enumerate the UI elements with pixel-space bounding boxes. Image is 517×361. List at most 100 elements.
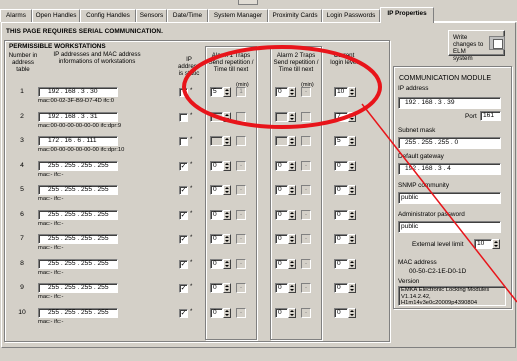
alarm1-repetition-input[interactable]: 0 xyxy=(210,283,223,293)
alarm2-repetition-spinner[interactable] xyxy=(288,259,296,269)
login-level-input[interactable]: 0 xyxy=(334,259,348,269)
static-ip-checkbox[interactable]: ✓ xyxy=(179,211,188,220)
alarm2-repetition-input[interactable]: 0 xyxy=(275,308,288,318)
workstation-ip-input[interactable]: 192 . 168 . 3 . 30 xyxy=(38,87,118,97)
alarm1-time-field[interactable]: - xyxy=(236,259,246,269)
alarm1-time-field[interactable]: - xyxy=(236,185,246,195)
alarm1-repetition-spinner[interactable] xyxy=(223,185,231,195)
alarm2-repetition-spinner[interactable] xyxy=(288,161,296,171)
alarm2-time-field[interactable] xyxy=(301,112,311,122)
alarm1-repetition-spinner[interactable] xyxy=(223,136,231,146)
alarm2-repetition-input[interactable]: 0 xyxy=(275,234,288,244)
alarm1-repetition-input[interactable]: 0 xyxy=(210,259,223,269)
tab-alarms[interactable]: Alarms xyxy=(0,9,32,22)
alarm1-time-field[interactable]: - xyxy=(236,283,246,293)
static-ip-checkbox[interactable]: ✓ xyxy=(179,309,188,318)
alarm1-repetition-input[interactable]: 5 xyxy=(210,87,223,97)
alarm1-repetition-spinner[interactable] xyxy=(223,87,231,97)
alarm1-time-field[interactable]: 1 xyxy=(236,87,246,97)
splitter-grip[interactable] xyxy=(238,0,258,5)
module-ext-level-spinner[interactable] xyxy=(492,239,500,249)
static-ip-checkbox[interactable]: ✓ xyxy=(179,186,188,195)
workstation-ip-input[interactable]: 192 . 168 . 3 . 31 xyxy=(38,112,118,122)
alarm1-time-field[interactable] xyxy=(236,136,246,146)
static-ip-checkbox[interactable]: ✓ xyxy=(179,235,188,244)
alarm1-repetition-input[interactable] xyxy=(210,136,223,146)
login-level-input[interactable]: 7 xyxy=(334,112,348,122)
alarm2-repetition-input[interactable]: 0 xyxy=(275,210,288,220)
static-ip-checkbox[interactable]: ✓ xyxy=(179,284,188,293)
alarm2-time-field[interactable]: - xyxy=(301,87,311,97)
login-level-input[interactable]: 10 xyxy=(334,87,348,97)
static-ip-checkbox[interactable]: ✓ xyxy=(179,260,188,269)
alarm2-repetition-spinner[interactable] xyxy=(288,87,296,97)
alarm1-time-field[interactable]: - xyxy=(236,161,246,171)
alarm1-repetition-spinner[interactable] xyxy=(223,161,231,171)
login-level-spinner[interactable] xyxy=(348,259,356,269)
workstation-ip-input[interactable]: 255 . 255 . 255 . 255 xyxy=(38,185,118,195)
alarm2-repetition-input[interactable]: 0 xyxy=(275,185,288,195)
login-level-spinner[interactable] xyxy=(348,136,356,146)
static-ip-checkbox[interactable] xyxy=(179,113,188,122)
module-ip-input[interactable]: 192 . 168 . 3 . 39 xyxy=(398,97,501,109)
alarm2-repetition-input[interactable]: 0 xyxy=(275,161,288,171)
workstation-ip-input[interactable]: 255 . 255 . 255 . 255 xyxy=(38,210,118,220)
workstation-ip-input[interactable]: 255 . 255 . 255 . 255 xyxy=(38,283,118,293)
alarm1-repetition-input[interactable]: 0 xyxy=(210,161,223,171)
login-level-input[interactable]: 5 xyxy=(334,136,348,146)
module-ext-level-input[interactable]: 10 xyxy=(474,239,492,249)
alarm1-repetition-input[interactable]: 0 xyxy=(210,185,223,195)
alarm2-repetition-spinner[interactable] xyxy=(288,283,296,293)
module-subnet-input[interactable]: 255 . 255 . 255 . 0 xyxy=(398,137,501,149)
tab-system-manager[interactable]: System Manager xyxy=(208,9,268,22)
workstation-ip-input[interactable]: 255 . 255 . 255 . 255 xyxy=(38,259,118,269)
alarm1-repetition-spinner[interactable] xyxy=(223,259,231,269)
alarm2-repetition-input[interactable]: 0 xyxy=(275,259,288,269)
tab-proximity-cards[interactable]: Proximity Cards xyxy=(268,9,322,22)
workstation-ip-input[interactable]: 255 . 255 . 255 . 255 xyxy=(38,161,118,171)
tab-config-handles[interactable]: Config Handles xyxy=(80,9,136,22)
alarm1-repetition-input[interactable] xyxy=(210,112,223,122)
login-level-spinner[interactable] xyxy=(348,283,356,293)
alarm2-time-field[interactable]: - xyxy=(301,161,311,171)
login-level-spinner[interactable] xyxy=(348,87,356,97)
alarm1-time-field[interactable]: - xyxy=(236,210,246,220)
alarm1-repetition-spinner[interactable] xyxy=(223,210,231,220)
alarm2-repetition-input[interactable] xyxy=(275,112,288,122)
static-ip-checkbox[interactable] xyxy=(179,137,188,146)
login-level-spinner[interactable] xyxy=(348,112,356,122)
alarm2-time-field[interactable]: - xyxy=(301,259,311,269)
static-ip-checkbox[interactable] xyxy=(179,88,188,97)
workstation-ip-input[interactable]: 255 . 255 . 255 . 255 xyxy=(38,308,118,318)
workstation-ip-input[interactable]: 255 . 255 . 255 . 255 xyxy=(38,234,118,244)
tab-sensors[interactable]: Sensors xyxy=(136,9,167,22)
alarm1-repetition-spinner[interactable] xyxy=(223,234,231,244)
alarm2-time-field[interactable]: - xyxy=(301,283,311,293)
login-level-input[interactable]: 0 xyxy=(334,185,348,195)
login-level-spinner[interactable] xyxy=(348,234,356,244)
login-level-spinner[interactable] xyxy=(348,210,356,220)
alarm2-repetition-input[interactable]: 0 xyxy=(275,87,288,97)
alarm1-repetition-spinner[interactable] xyxy=(223,112,231,122)
static-ip-checkbox[interactable]: ✓ xyxy=(179,162,188,171)
alarm2-time-field[interactable]: - xyxy=(301,210,311,220)
alarm2-repetition-input[interactable]: 0 xyxy=(275,283,288,293)
alarm2-time-field[interactable]: - xyxy=(301,234,311,244)
alarm2-repetition-spinner[interactable] xyxy=(288,234,296,244)
alarm1-repetition-input[interactable]: 0 xyxy=(210,308,223,318)
workstation-ip-input[interactable]: 172 . 16 . 6 . 111 xyxy=(38,136,118,146)
tab-open-handles[interactable]: Open Handles xyxy=(32,9,80,22)
alarm1-repetition-spinner[interactable] xyxy=(223,308,231,318)
login-level-input[interactable]: 0 xyxy=(334,210,348,220)
login-level-input[interactable]: 0 xyxy=(334,234,348,244)
login-level-input[interactable]: 0 xyxy=(334,283,348,293)
login-level-input[interactable]: 0 xyxy=(334,308,348,318)
write-changes-button[interactable]: Write changes to ELM system xyxy=(448,30,505,62)
alarm2-repetition-spinner[interactable] xyxy=(288,308,296,318)
login-level-spinner[interactable] xyxy=(348,308,356,318)
tab-ip-properties[interactable]: IP Properties xyxy=(380,7,434,23)
alarm2-time-field[interactable]: - xyxy=(301,185,311,195)
alarm2-repetition-spinner[interactable] xyxy=(288,112,296,122)
tab-date-time[interactable]: Date/Time xyxy=(167,9,208,22)
module-admin-input[interactable]: public xyxy=(398,221,501,233)
